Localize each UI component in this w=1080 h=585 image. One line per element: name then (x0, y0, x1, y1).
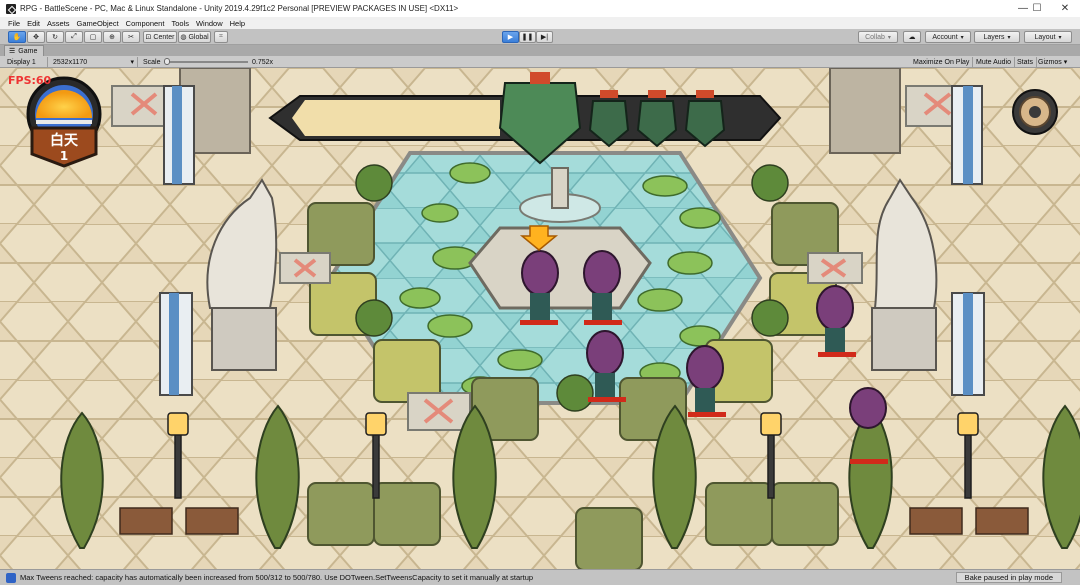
maximize-button[interactable]: ☐ (1022, 0, 1052, 17)
account-label: Account (932, 33, 958, 41)
menu-component[interactable]: Component (126, 19, 165, 28)
mute-audio-toggle[interactable]: Mute Audio (973, 57, 1016, 67)
chevron-down-icon: ▾ (130, 59, 134, 66)
display-label: Display 1 (7, 58, 36, 66)
display-dropdown[interactable]: Display 1 (4, 57, 48, 67)
globe-icon: ◍ (180, 34, 187, 41)
wall-pillar-right (829, 68, 901, 154)
menu-window[interactable]: Window (196, 19, 223, 28)
game-tab-icon: ☰ (9, 48, 16, 55)
settings-gear-icon[interactable] (1012, 89, 1058, 135)
move-tool-button[interactable]: ✥ (27, 31, 45, 43)
scale-icon: ⤢ (71, 33, 77, 40)
tab-game[interactable]: ☰ Game (4, 45, 44, 56)
resolution-dropdown[interactable]: 2532x1170 ▾ (50, 57, 138, 67)
fountain-column (551, 167, 569, 209)
game-view-toolbar: Display 1 2532x1170 ▾ Scale 0.752x Maxim… (0, 56, 1080, 68)
move-icon: ✥ (33, 34, 39, 41)
play-button[interactable]: ▶ (502, 31, 519, 43)
pause-button[interactable]: ❚❚ (519, 31, 536, 43)
gizmos-dropdown[interactable]: Gizmos ▾ (1038, 57, 1067, 67)
space-global-button[interactable]: ◍ Global (178, 31, 211, 43)
rotate-tool-button[interactable]: ↻ (46, 31, 64, 43)
menu-file[interactable]: File (8, 19, 20, 28)
cloud-icon: ☁ (908, 34, 916, 41)
custom-tool-button[interactable]: ✂ (122, 31, 140, 43)
scale-slider-handle[interactable] (164, 58, 170, 65)
maximize-on-play-toggle[interactable]: Maximize On Play (910, 57, 974, 67)
console-message: Max Tweens reached: capacity has automat… (20, 573, 534, 582)
scale-tool-button[interactable]: ⤢ (65, 31, 83, 43)
bake-status: Bake paused in play mode (955, 572, 1062, 583)
transform-tool-button[interactable]: ⊕ (103, 31, 121, 43)
fountain-basin (468, 226, 652, 310)
menu-gameobject[interactable]: GameObject (77, 19, 119, 28)
window-title-bar: RPG - BattleScene - PC, Mac & Linux Stan… (0, 0, 1080, 17)
rotate-icon: ↻ (52, 34, 58, 41)
custom-tool-icon: ✂ (128, 34, 134, 41)
menu-help[interactable]: Help (230, 19, 245, 28)
game-tab-row: ☰ Game (0, 45, 1080, 56)
stats-toggle[interactable]: Stats (1014, 57, 1037, 67)
chevron-down-icon: ▾ (887, 34, 891, 41)
transform-icon: ⊕ (109, 34, 115, 41)
menu-bar: File Edit Assets GameObject Component To… (0, 17, 1080, 29)
account-dropdown[interactable]: Account ▾ (925, 31, 971, 43)
hand-tool-button[interactable]: ✋ (8, 31, 26, 43)
game-scene (0, 68, 1080, 569)
hand-icon: ✋ (12, 34, 22, 41)
menu-tools[interactable]: Tools (171, 19, 189, 28)
close-button[interactable]: ✕ (1050, 0, 1080, 17)
menu-edit[interactable]: Edit (27, 19, 40, 28)
main-toolbar: ✋ ✥ ↻ ⤢ ▢ ⊕ ✂ ⊡ Center ◍ Global ⌗ ▶ ❚❚ ▶… (0, 29, 1080, 45)
day-phase-label: 白天 (50, 133, 78, 149)
chevron-down-icon: ▾ (1058, 34, 1062, 41)
layout-dropdown[interactable]: Layout ▾ (1024, 31, 1072, 43)
day-number: 1 (59, 149, 69, 163)
chevron-down-icon: ▾ (1007, 34, 1011, 41)
step-button[interactable]: ▶| (536, 31, 553, 43)
scale-slider-track[interactable] (166, 61, 248, 63)
pivot-icon: ⊡ (145, 34, 152, 41)
collab-label: Collab (865, 33, 885, 41)
cloud-button[interactable]: ☁ (903, 31, 921, 43)
rect-tool-button[interactable]: ▢ (84, 31, 102, 43)
scale-value: 0.752x (252, 58, 274, 66)
menu-assets[interactable]: Assets (47, 19, 70, 28)
layout-label: Layout (1034, 33, 1056, 41)
snap-button[interactable]: ⌗ (214, 31, 228, 43)
layers-dropdown[interactable]: Layers ▾ (974, 31, 1020, 43)
layers-label: Layers (983, 33, 1005, 41)
gizmos-label: Gizmos (1038, 58, 1062, 66)
pivot-center-button[interactable]: ⊡ Center (143, 31, 177, 43)
snap-icon: ⌗ (219, 33, 223, 40)
window-title: RPG - BattleScene - PC, Mac & Linux Stan… (20, 4, 459, 13)
chevron-down-icon: ▾ (960, 34, 964, 41)
console-status-bar[interactable]: Max Tweens reached: capacity has automat… (0, 569, 1080, 585)
fps-counter: FPS:60 (8, 74, 52, 87)
game-viewport[interactable]: FPS:60 白天 1 (0, 68, 1080, 569)
pivot-label: Center (153, 33, 175, 41)
scale-label: Scale (143, 58, 161, 66)
console-info-icon (6, 572, 16, 583)
rect-icon: ▢ (89, 34, 97, 41)
unity-logo-icon (6, 3, 16, 14)
chevron-down-icon: ▾ (1063, 59, 1068, 66)
collab-button[interactable]: Collab ▾ (858, 31, 898, 43)
resolution-label: 2532x1170 (53, 58, 88, 66)
game-tab-label: Game (18, 47, 38, 55)
space-label: Global (188, 33, 209, 41)
